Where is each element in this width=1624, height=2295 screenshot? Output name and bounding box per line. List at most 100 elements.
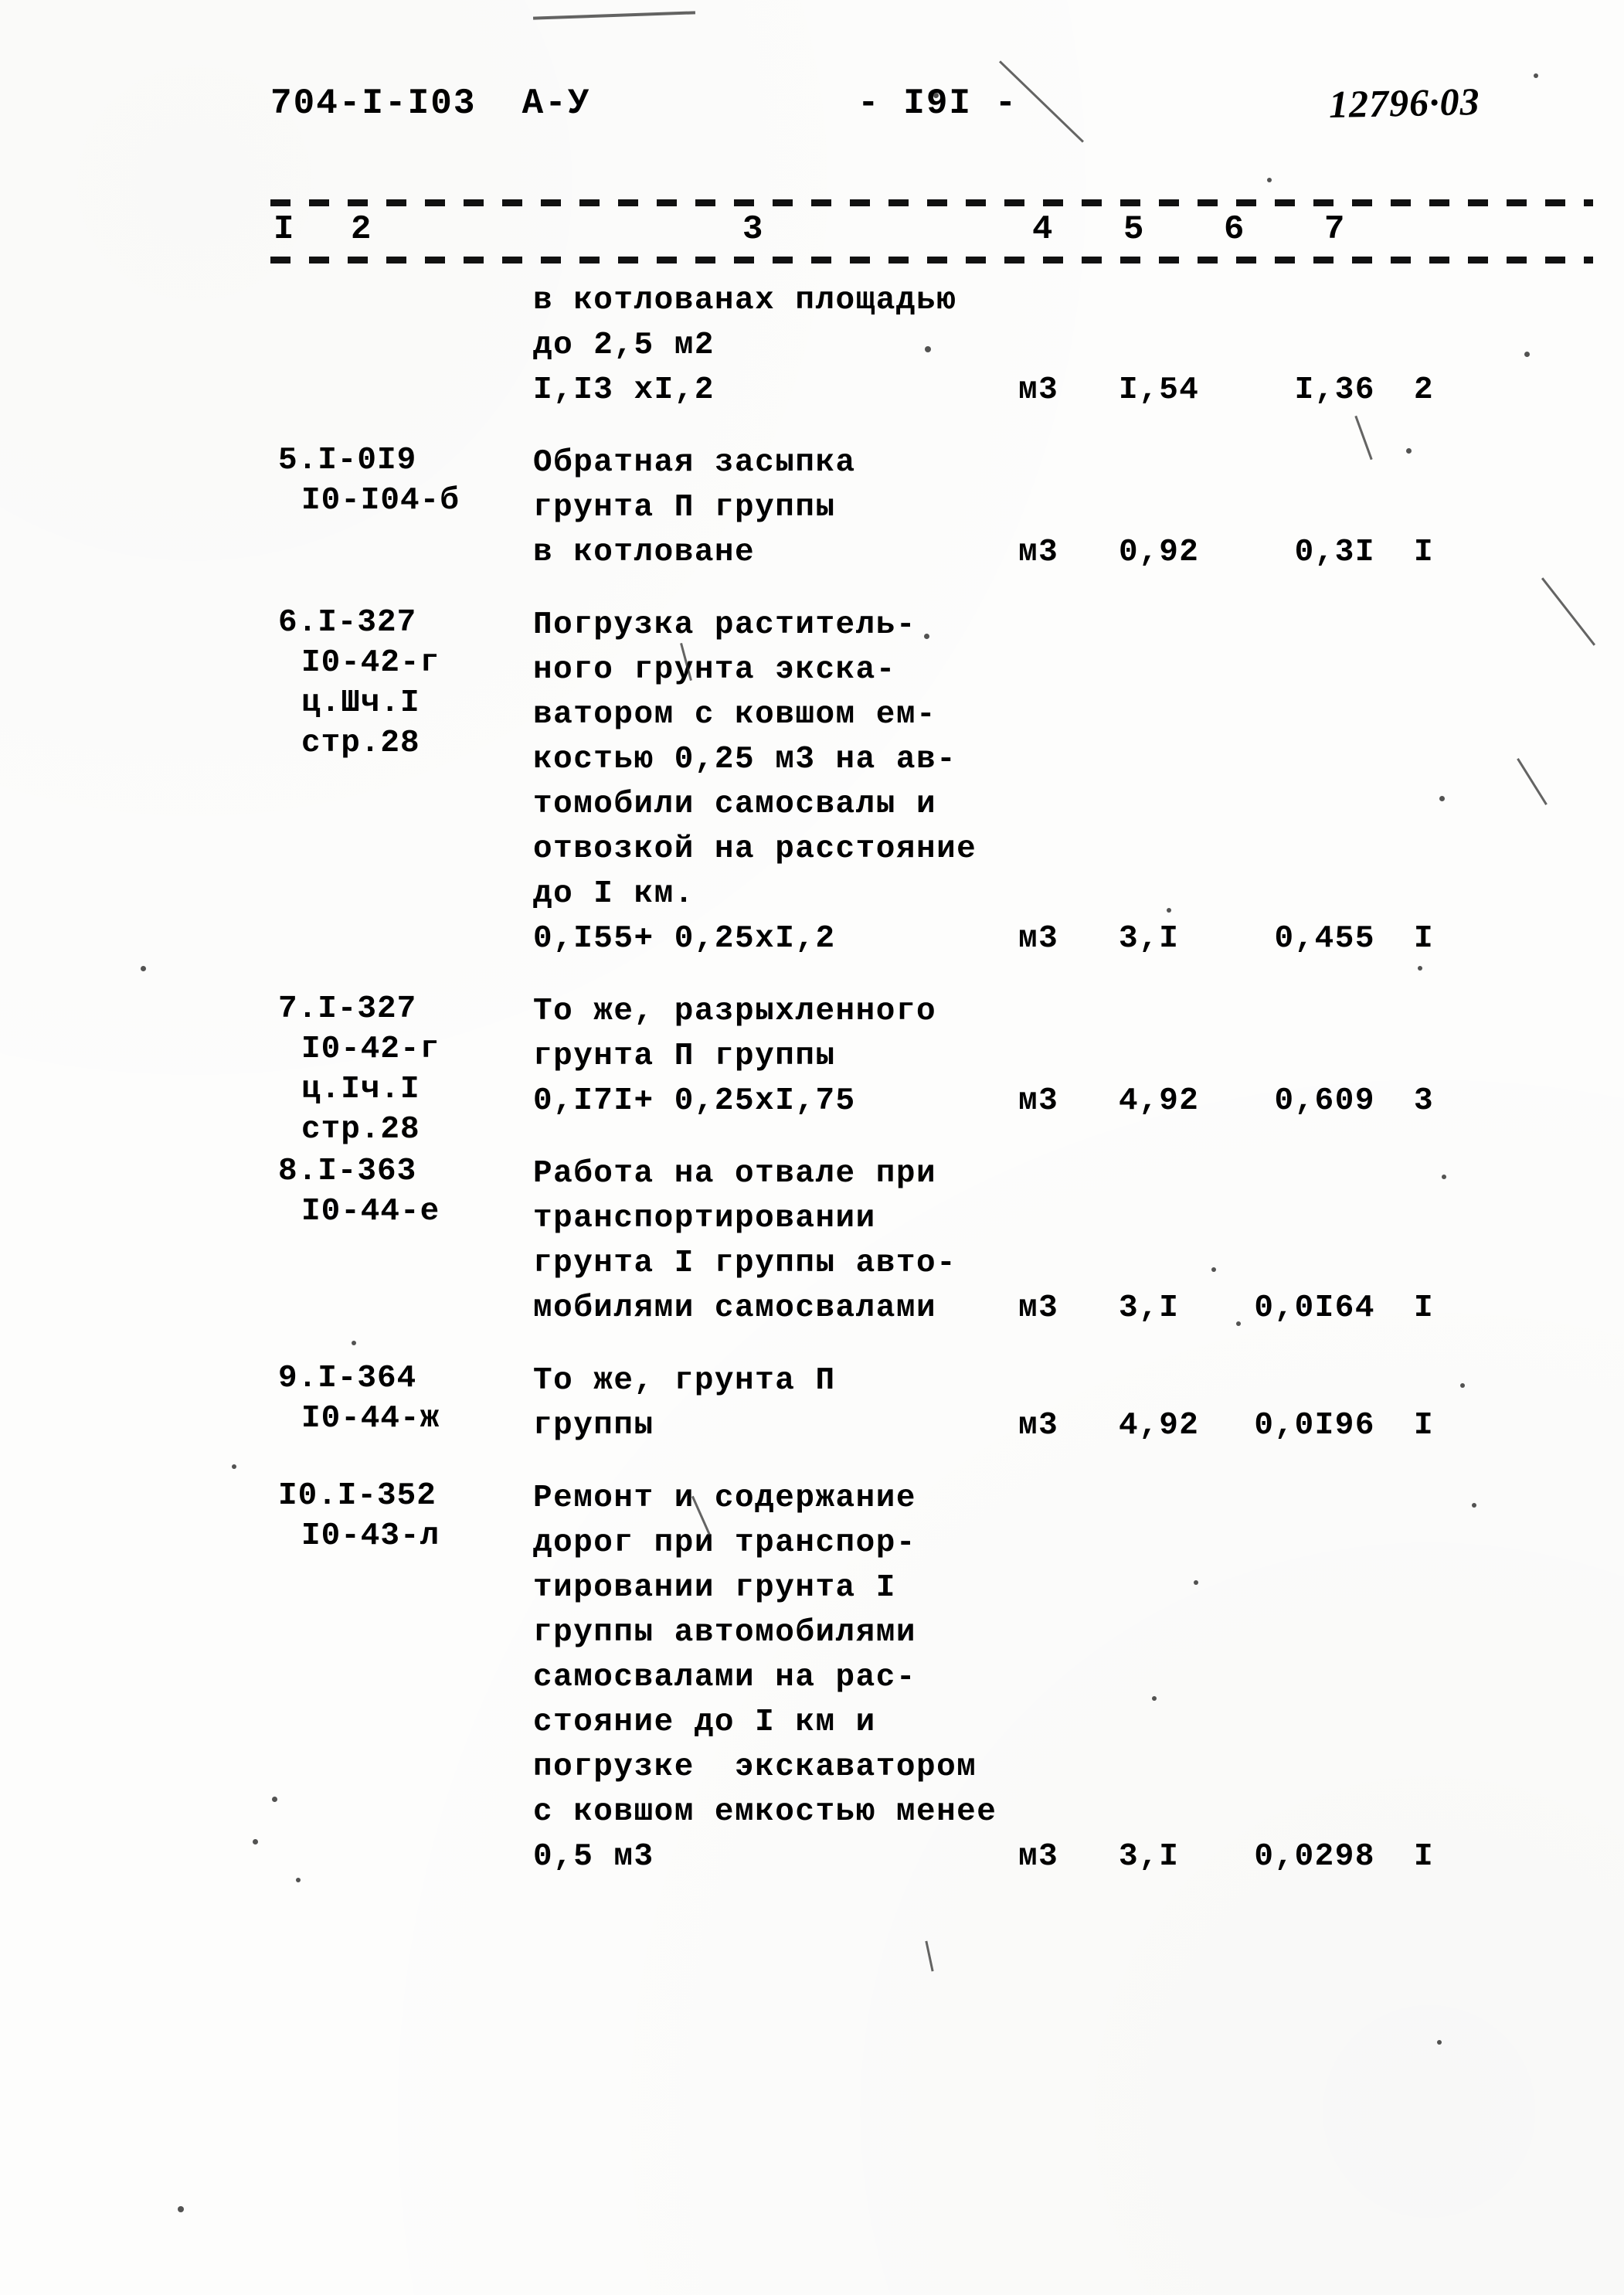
scan-speckle bbox=[924, 634, 929, 639]
page-header: 704-I-I03 А-У - I9I - 12796·03 bbox=[0, 80, 1624, 138]
row-code-line: I0-42-г bbox=[301, 1032, 440, 1067]
row-code-line: 8.I-363 bbox=[278, 1154, 417, 1189]
table-row: в котлованах площадью до 2,5 м2 I,I3 xI,2 м… bbox=[0, 278, 1624, 440]
row-description-line: стояние до I км и bbox=[533, 1705, 876, 1740]
table-column-headers: I 2 3 4 5 6 7 bbox=[0, 210, 1624, 257]
scan-speckle bbox=[1211, 1267, 1216, 1272]
row-value-unit: м3 bbox=[1018, 1408, 1059, 1443]
row-code-cell: 8.I-363 I0-44-е bbox=[278, 1151, 510, 1232]
row-description-line: до 2,5 м2 bbox=[533, 328, 715, 363]
row-value-col6: 0,455 bbox=[1274, 921, 1375, 957]
table-body: в котлованах площадью до 2,5 м2 I,I3 xI,2 м… bbox=[0, 278, 1624, 1907]
scan-speckle bbox=[1406, 448, 1412, 454]
row-description-line: Ремонт и содержание bbox=[533, 1481, 916, 1516]
row-description-line: погрузке экскаватором bbox=[533, 1749, 977, 1785]
row-value-col5: 3,I bbox=[1119, 1839, 1180, 1875]
table-row: 7.I-327 I0-42-г ц.Iч.I стр.28 То же, разрыхл… bbox=[0, 989, 1624, 1151]
row-value-col6: 0,3I bbox=[1294, 535, 1375, 570]
row-code-line: I0-I04-б bbox=[301, 483, 460, 518]
scan-speckle bbox=[933, 93, 939, 98]
table-rule-bottom bbox=[270, 257, 1593, 264]
row-description-line: транспортировании bbox=[533, 1201, 876, 1236]
row-description-line: То же, разрыхленного bbox=[533, 994, 937, 1029]
column-header-7: 7 bbox=[1320, 210, 1350, 249]
scan-speckle bbox=[296, 1878, 301, 1882]
row-value-col7: I bbox=[1414, 1290, 1435, 1326]
row-code-cell: I0.I-352 I0-43-л bbox=[278, 1476, 510, 1556]
row-values: м3 4,92 0,609 3 bbox=[0, 1079, 1624, 1124]
row-value-col6: 0,609 bbox=[1274, 1083, 1375, 1119]
handwritten-stamp: 12796·03 bbox=[1328, 79, 1481, 127]
scan-speckle bbox=[1460, 1383, 1465, 1388]
row-values: м3 3,I 0,0I64 I bbox=[0, 1286, 1624, 1331]
row-description-line: Работа на отвале при bbox=[533, 1156, 937, 1192]
row-description-line: ватором с ковшом ем- bbox=[533, 697, 937, 733]
column-header-4: 4 bbox=[1028, 210, 1058, 249]
row-code-line: I0.I-352 bbox=[278, 1478, 437, 1514]
table-row: 5.I-0I9 I0-I04-б Обратная засыпка грунта П … bbox=[0, 440, 1624, 603]
row-description-cell: Погрузка раститель-ного грунта экска-ват… bbox=[533, 603, 997, 961]
column-header-5: 5 bbox=[1119, 210, 1149, 249]
row-value-col5: 0,92 bbox=[1119, 535, 1200, 570]
row-value-col7: I bbox=[1414, 535, 1435, 570]
scan-speckle bbox=[1418, 966, 1422, 971]
row-value-col7: I bbox=[1414, 921, 1435, 957]
scan-speckle bbox=[272, 1797, 277, 1802]
scan-speckle bbox=[1437, 2040, 1442, 2045]
scan-speckle bbox=[1524, 352, 1530, 357]
scan-streak bbox=[925, 1940, 934, 1972]
scan-speckle bbox=[1152, 1696, 1157, 1701]
row-description-line: с ковшом емкостью менее bbox=[533, 1794, 997, 1830]
scan-speckle bbox=[1267, 178, 1272, 182]
row-value-unit: м3 bbox=[1018, 1839, 1059, 1875]
row-value-col6: I,36 bbox=[1294, 372, 1375, 408]
row-code-line: I0-43-л bbox=[301, 1518, 440, 1554]
row-description-line: самосвалами на рас- bbox=[533, 1660, 916, 1695]
row-value-col5: 4,92 bbox=[1119, 1083, 1200, 1119]
row-values: м3 0,92 0,3I I bbox=[0, 530, 1624, 575]
column-header-1: I bbox=[269, 210, 299, 249]
row-code-line: стр.28 bbox=[301, 726, 420, 761]
row-code-line: 5.I-0I9 bbox=[278, 443, 417, 478]
row-description-line: грунта I группы авто- bbox=[533, 1246, 957, 1281]
row-description-line: отвозкой на расстояние bbox=[533, 831, 977, 867]
scan-speckle bbox=[1236, 1321, 1241, 1326]
row-code-line: I0-42-г bbox=[301, 645, 440, 681]
row-value-col7: 3 bbox=[1414, 1083, 1435, 1119]
row-value-col6: 0,0298 bbox=[1254, 1839, 1375, 1875]
table-row: 6.I-327 I0-42-г ц.Шч.I стр.28 Погрузка расти… bbox=[0, 603, 1624, 989]
scan-speckle bbox=[1167, 908, 1171, 913]
row-value-col5: 3,I bbox=[1119, 1290, 1180, 1326]
row-code-line: ц.Шч.I bbox=[301, 685, 420, 721]
scan-speckle bbox=[352, 1341, 356, 1345]
row-value-unit: м3 bbox=[1018, 535, 1059, 570]
scan-streak bbox=[532, 11, 696, 20]
table-row: 8.I-363 I0-44-е Работа на отвале при трансп… bbox=[0, 1151, 1624, 1358]
row-value-col5: I,54 bbox=[1119, 372, 1200, 408]
scan-speckle bbox=[1439, 796, 1445, 801]
row-value-col5: 3,I bbox=[1119, 921, 1180, 957]
row-description-line: группы автомобилями bbox=[533, 1615, 916, 1651]
scan-speckle bbox=[1534, 73, 1538, 78]
row-code-line: 7.I-327 bbox=[278, 991, 417, 1027]
row-code-line: I0-44-е bbox=[301, 1194, 440, 1229]
row-value-unit: м3 bbox=[1018, 1290, 1059, 1326]
row-value-col6: 0,0I64 bbox=[1254, 1290, 1375, 1326]
row-description-line: грунта П группы bbox=[533, 1039, 836, 1074]
row-description-line: Обратная засыпка bbox=[533, 445, 856, 481]
page-number: - I9I - bbox=[858, 83, 1018, 124]
row-description-line: дорог при транспор- bbox=[533, 1525, 916, 1561]
column-header-3: 3 bbox=[738, 210, 768, 249]
row-value-unit: м3 bbox=[1018, 1083, 1059, 1119]
row-code-cell: 5.I-0I9 I0-I04-б bbox=[278, 440, 510, 521]
row-code-line: 9.I-364 bbox=[278, 1361, 417, 1396]
row-value-col6: 0,0I96 bbox=[1254, 1408, 1375, 1443]
scan-speckle bbox=[253, 1839, 258, 1844]
row-description-line: костью 0,25 м3 на ав- bbox=[533, 742, 957, 777]
row-description-line: в котлованах площадью bbox=[533, 283, 957, 318]
scan-speckle bbox=[1472, 1503, 1476, 1508]
document-code: 704-I-I03 А-У bbox=[270, 83, 591, 124]
scan-speckle bbox=[925, 346, 931, 352]
row-values: м3 4,92 0,0I96 I bbox=[0, 1403, 1624, 1448]
row-value-unit: м3 bbox=[1018, 921, 1059, 957]
